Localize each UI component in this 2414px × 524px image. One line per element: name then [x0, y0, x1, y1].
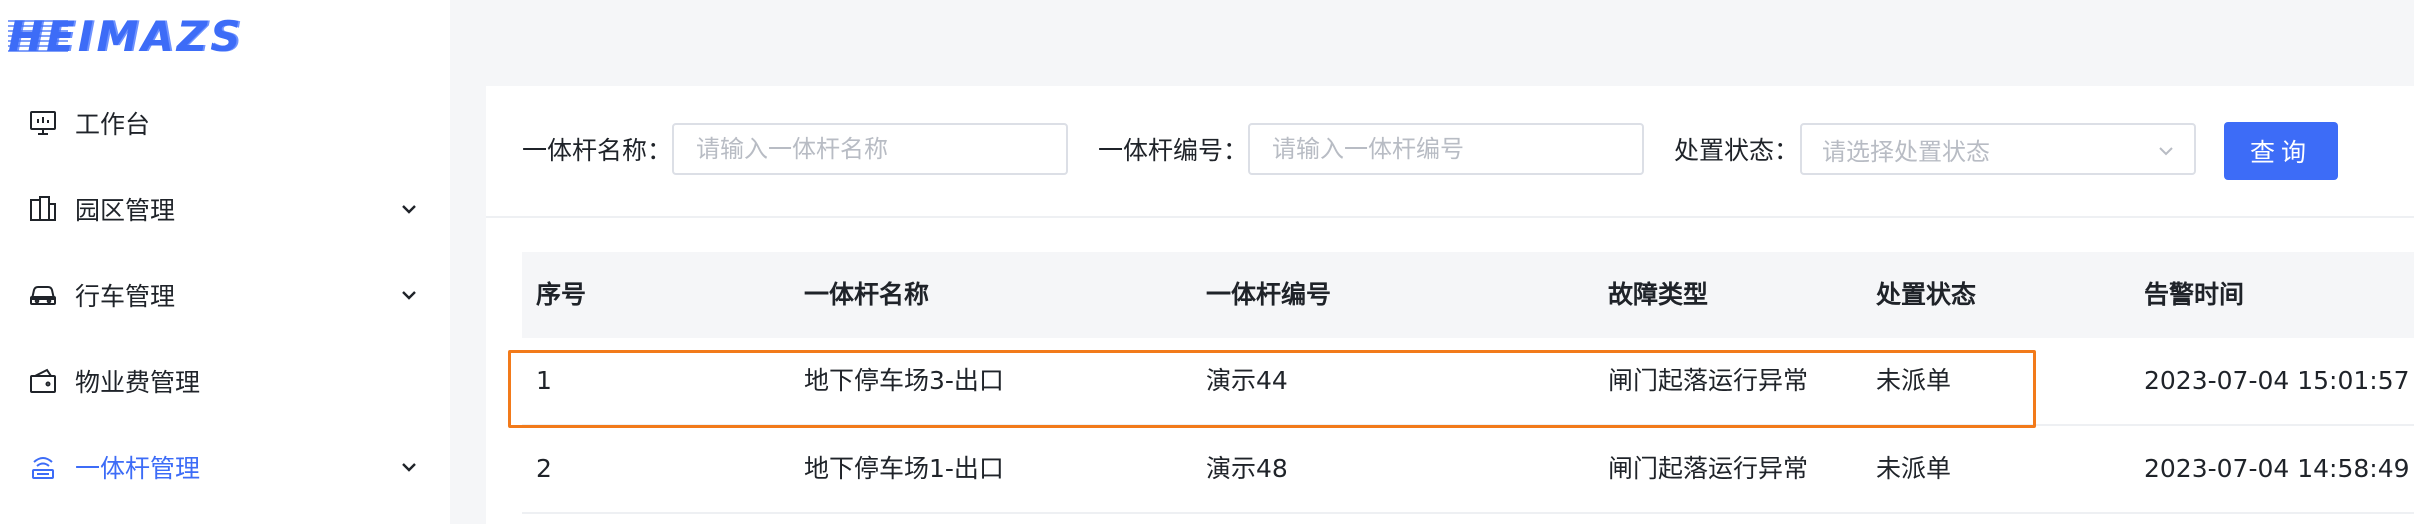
cell-fault-type: 闸门起落运行异常: [1608, 366, 1809, 395]
car-icon: [26, 278, 60, 312]
sidebar-item-driving[interactable]: 行车管理: [0, 265, 450, 325]
chevron-down-icon: [398, 198, 420, 220]
pole-name-label: 一体杆名称：: [522, 136, 673, 165]
column-header: 故障类型: [1608, 280, 1709, 309]
pole-code-input[interactable]: [1270, 134, 1622, 164]
chevron-down-icon: [398, 456, 420, 478]
logo-speed-lines: [8, 20, 68, 54]
building-icon: [26, 192, 60, 226]
pole-name-field[interactable]: [672, 123, 1068, 175]
cell-pole-code: 演示48: [1206, 454, 1288, 483]
cell-pole-name: 地下停车场3-出口: [804, 366, 1004, 395]
sidebar-item-property-fee[interactable]: 物业费管理: [0, 351, 450, 411]
status-select-placeholder: 请选择处置状态: [1822, 137, 1990, 166]
wallet-icon: [26, 364, 60, 398]
divider: [486, 216, 2414, 218]
sidebar-item-label: 一体杆管理: [75, 454, 201, 483]
chevron-down-icon: [398, 284, 420, 306]
table-row[interactable]: 2 地下停车场1-出口 演示48 闸门起落运行异常 未派单 2023-07-04…: [522, 426, 2414, 514]
table-row[interactable]: 1 地下停车场3-出口 演示44 闸门起落运行异常 未派单 2023-07-04…: [522, 338, 2414, 426]
column-header: 处置状态: [1876, 280, 1977, 309]
column-header: 一体杆名称: [804, 280, 930, 309]
sidebar-item-workbench[interactable]: 工作台: [0, 93, 450, 153]
query-button[interactable]: 查询: [2224, 122, 2338, 180]
cell-pole-code: 演示44: [1206, 366, 1288, 395]
table-header: 序号 一体杆名称 一体杆编号 故障类型 处置状态 告警时间: [522, 252, 2414, 338]
sidebar-item-label: 物业费管理: [75, 368, 201, 397]
chevron-down-icon: [2156, 139, 2176, 159]
sidebar-item-label: 行车管理: [75, 282, 176, 311]
pole-code-field[interactable]: [1248, 123, 1644, 175]
status-label: 处置状态：: [1674, 136, 1800, 165]
column-header: 序号: [536, 280, 587, 309]
sidebar-item-park[interactable]: 园区管理: [0, 179, 450, 239]
cell-status: 未派单: [1876, 454, 1952, 483]
sidebar-item-label: 工作台: [75, 110, 151, 139]
cell-pole-name: 地下停车场1-出口: [804, 454, 1004, 483]
sidebar-item-pole[interactable]: 一体杆管理: [0, 437, 450, 497]
main-card: 一体杆名称： 一体杆编号： 处置状态： 请选择处置状态 查询 序号 一体杆名称 …: [486, 86, 2414, 524]
cell-alarm-time: 2023-07-04 15:01:57: [2144, 366, 2410, 395]
cell-status: 未派单: [1876, 366, 1952, 395]
cell-index: 2: [536, 454, 552, 483]
column-header: 一体杆编号: [1206, 280, 1332, 309]
signal-pole-icon: [26, 450, 60, 484]
sidebar: HEIMAZS 工作台 园区管理 行车管理 物业费管理 一体杆管理: [0, 0, 450, 524]
status-select[interactable]: 请选择处置状态: [1800, 123, 2196, 175]
cell-fault-type: 闸门起落运行异常: [1608, 454, 1809, 483]
brand-logo: HEIMAZS: [8, 12, 348, 61]
column-header: 告警时间: [2144, 280, 2245, 309]
cell-index: 1: [536, 366, 552, 395]
monitor-icon: [26, 106, 60, 140]
pole-name-input[interactable]: [694, 134, 1046, 164]
cell-alarm-time: 2023-07-04 14:58:49: [2144, 454, 2410, 483]
sidebar-item-label: 园区管理: [75, 196, 176, 225]
pole-code-label: 一体杆编号：: [1098, 136, 1249, 165]
